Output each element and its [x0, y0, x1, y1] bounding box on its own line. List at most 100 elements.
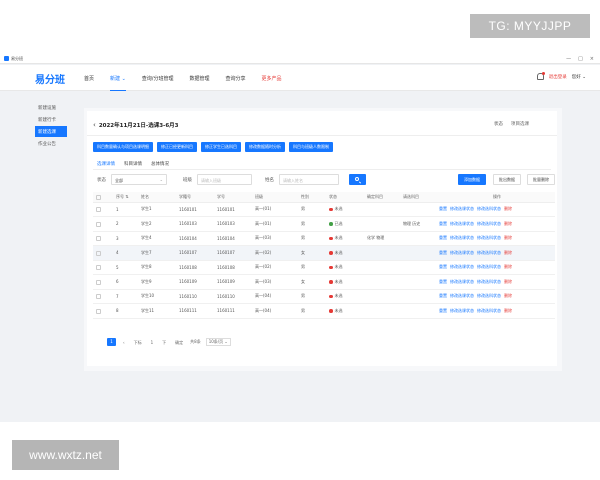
- class-limit-button[interactable]: 科目与班级人数限制: [289, 142, 333, 152]
- edit-selection-link[interactable]: 修改选课状态: [450, 235, 474, 240]
- reset-link[interactable]: 重置: [439, 250, 447, 255]
- name-input[interactable]: 请输入姓名: [279, 174, 339, 185]
- header-no[interactable]: 序号 ⇅: [113, 192, 138, 203]
- export-data-button[interactable]: 批出数据: [493, 174, 521, 185]
- fix-updated-subjects-button[interactable]: 修正已经更新科目: [157, 142, 197, 152]
- edit-subject-link[interactable]: 修改选科状态: [477, 221, 501, 226]
- page-size-select[interactable]: 10条/页 ⌄: [205, 338, 231, 346]
- page-current[interactable]: 1: [107, 338, 116, 346]
- nav-query-share[interactable]: 查询分享: [226, 65, 246, 91]
- edit-subject-link[interactable]: 修改选科状态: [477, 293, 501, 298]
- nav-more-products[interactable]: 更多产品: [262, 65, 282, 91]
- sidebar-item-new-card[interactable]: 新建行卡: [35, 114, 67, 125]
- edit-selection-link[interactable]: 修改选课状态: [450, 279, 474, 284]
- page-jump-button[interactable]: 确定: [173, 339, 185, 346]
- page-prev-button[interactable]: ‹: [121, 339, 127, 346]
- checkbox[interactable]: [96, 265, 101, 270]
- checkbox[interactable]: [96, 294, 101, 299]
- batch-delete-button[interactable]: 批量删除: [527, 174, 555, 185]
- close-button[interactable]: ×: [590, 56, 594, 62]
- logout-link[interactable]: 退出登录: [549, 74, 567, 80]
- delete-link[interactable]: 删除: [504, 293, 512, 298]
- nav-data-manage[interactable]: 数据管理: [189, 65, 209, 91]
- reset-link[interactable]: 重置: [439, 235, 447, 240]
- cell-no: 4: [113, 245, 138, 261]
- subject-confirm-button[interactable]: 科目数量确认与项目选课明细: [93, 142, 153, 152]
- cell-sex: 男: [298, 260, 326, 275]
- cell-sex: 男: [298, 231, 326, 246]
- checkbox[interactable]: [96, 250, 101, 256]
- delete-link[interactable]: 删除: [504, 206, 512, 211]
- row-checkbox-cell[interactable]: [93, 202, 113, 217]
- search-button[interactable]: [349, 174, 366, 185]
- checkbox[interactable]: [96, 194, 101, 200]
- delete-link[interactable]: 删除: [504, 264, 512, 269]
- back-arrow-icon[interactable]: ‹: [93, 121, 96, 129]
- delete-link[interactable]: 删除: [504, 250, 512, 255]
- delete-link[interactable]: 删除: [504, 308, 512, 313]
- cell-no: 1: [113, 202, 138, 217]
- reset-link[interactable]: 重置: [439, 308, 447, 313]
- nav-query-manage[interactable]: 查询/分班管理: [142, 65, 174, 91]
- row-checkbox-cell[interactable]: [93, 303, 113, 319]
- checkbox[interactable]: [96, 207, 101, 212]
- page-next-button[interactable]: 下: [160, 339, 168, 346]
- delete-link[interactable]: 删除: [504, 221, 512, 226]
- add-data-button[interactable]: 添加数据: [458, 174, 486, 185]
- cell-sex: 男: [298, 202, 326, 217]
- minimize-button[interactable]: —: [566, 56, 571, 62]
- logo[interactable]: 易分班: [35, 71, 65, 86]
- row-checkbox-cell[interactable]: [93, 245, 113, 261]
- checkbox[interactable]: [96, 308, 101, 314]
- edit-selection-link[interactable]: 修改选课状态: [450, 293, 474, 298]
- cell-pick: [400, 245, 436, 261]
- status-text: 未选: [334, 264, 343, 270]
- reset-link[interactable]: 重置: [439, 264, 447, 269]
- student-table: 序号 ⇅ 姓名 学籍号 学号 班级 性别 状态 确定科目 请选科目 操作 1 学生…: [93, 192, 555, 319]
- edit-subject-link[interactable]: 修改选科状态: [477, 206, 501, 211]
- edit-subject-link[interactable]: 修改选科状态: [477, 250, 501, 255]
- data-analysis-button[interactable]: 修改数据随时分析: [245, 142, 285, 152]
- row-checkbox-cell[interactable]: [93, 274, 113, 290]
- row-checkbox-cell[interactable]: [93, 260, 113, 275]
- cell-sure: [364, 289, 400, 304]
- reset-link[interactable]: 重置: [439, 206, 447, 211]
- delete-link[interactable]: 删除: [504, 235, 512, 240]
- reset-link[interactable]: 重置: [439, 293, 447, 298]
- reset-link[interactable]: 重置: [439, 221, 447, 226]
- edit-selection-link[interactable]: 修改选课状态: [450, 250, 474, 255]
- edit-subject-link[interactable]: 修改选科状态: [477, 308, 501, 313]
- reset-link[interactable]: 重置: [439, 279, 447, 284]
- maximize-button[interactable]: □: [578, 56, 583, 62]
- bell-icon[interactable]: [536, 72, 545, 80]
- sidebar-item-new-facility[interactable]: 新建设施: [35, 102, 67, 113]
- edit-subject-link[interactable]: 修改选科状态: [477, 264, 501, 269]
- sidebar-item-new-selection[interactable]: 新建选课: [35, 126, 67, 137]
- page-1[interactable]: 1: [149, 339, 156, 346]
- status-select[interactable]: 全部 ⌄: [111, 174, 167, 185]
- nav-home[interactable]: 首页: [84, 65, 94, 91]
- header-select-all[interactable]: [93, 192, 113, 203]
- edit-subject-link[interactable]: 修改选科状态: [477, 279, 501, 284]
- checkbox[interactable]: [96, 221, 101, 227]
- edit-selection-link[interactable]: 修改选课状态: [450, 221, 474, 226]
- class-input[interactable]: 请输入班级: [197, 174, 252, 185]
- edit-selection-link[interactable]: 修改选课状态: [450, 264, 474, 269]
- cell-pick: [400, 274, 436, 290]
- checkbox[interactable]: [96, 236, 101, 241]
- cell-name: 学生4: [138, 231, 176, 246]
- edit-subject-link[interactable]: 修改选科状态: [477, 235, 501, 240]
- sidebar-item-homework[interactable]: 作业公告: [35, 138, 67, 149]
- row-checkbox-cell[interactable]: [93, 216, 113, 232]
- user-menu[interactable]: 您好 ⌄: [572, 74, 586, 80]
- nav-new[interactable]: 新建 ⌄: [110, 65, 126, 91]
- row-checkbox-cell[interactable]: [93, 289, 113, 304]
- checkbox[interactable]: [96, 279, 101, 285]
- edit-selection-link[interactable]: 修改选课状态: [450, 308, 474, 313]
- fix-student-subjects-button[interactable]: 修正学生已选科目: [201, 142, 241, 152]
- edit-selection-link[interactable]: 修改选课状态: [450, 206, 474, 211]
- status-label: 状态: [494, 122, 503, 127]
- delete-link[interactable]: 删除: [504, 279, 512, 284]
- page-prev-label[interactable]: 下标: [132, 339, 144, 346]
- row-checkbox-cell[interactable]: [93, 231, 113, 246]
